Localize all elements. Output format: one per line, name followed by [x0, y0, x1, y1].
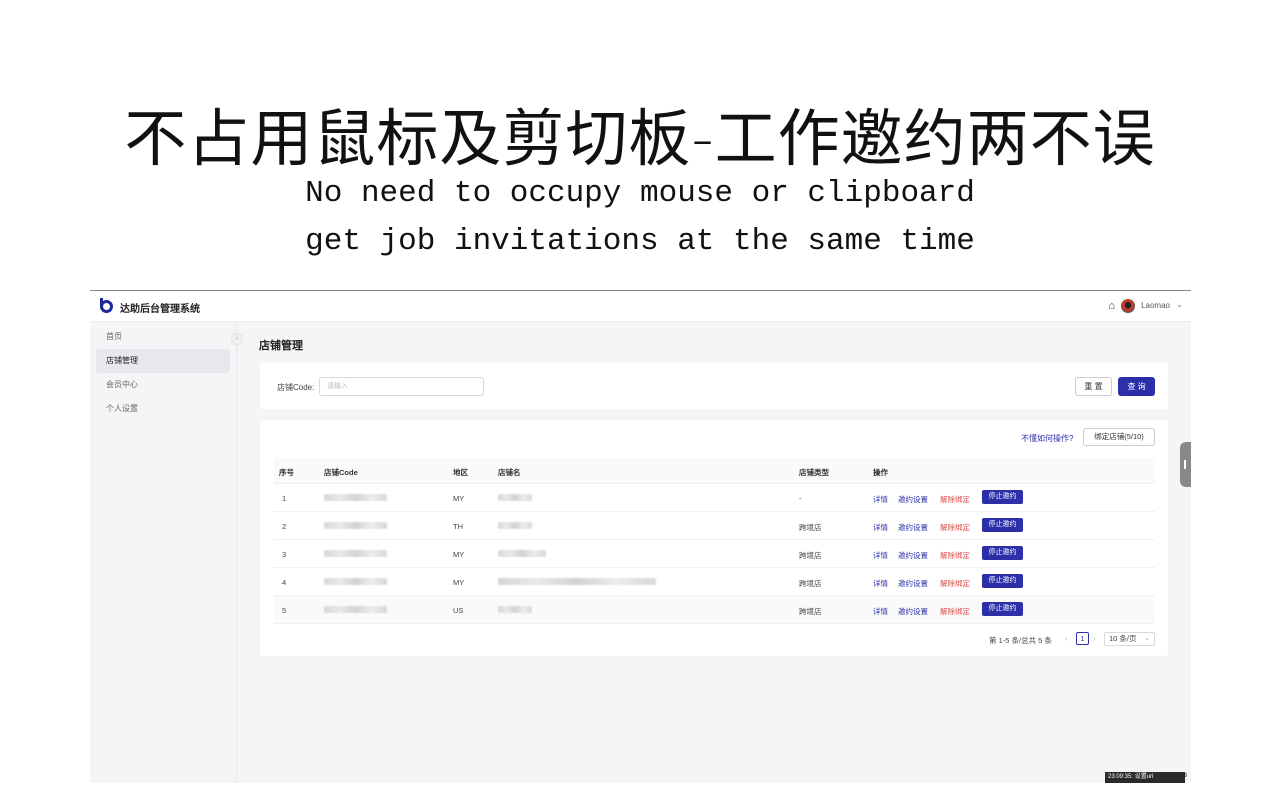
floating-panel-handle[interactable] — [1180, 442, 1191, 487]
invite-settings-link[interactable]: 邀约设置 — [898, 522, 928, 533]
row-index: 5 — [282, 606, 286, 615]
stop-invite-button[interactable]: 停止邀约 — [982, 602, 1023, 616]
detail-link[interactable]: 详情 — [873, 606, 888, 617]
table-row: 3 MY 跨境店 详情 邀约设置 解除绑定 停止邀约 — [274, 540, 1155, 568]
stop-invite-button[interactable]: 停止邀约 — [982, 490, 1023, 504]
pagination-total: 第 1-5 条/总共 5 条 — [989, 635, 1052, 646]
table-header: 序号 店铺Code 地区 店铺名 店铺类型 操作 — [274, 458, 1155, 484]
unbind-link[interactable]: 解除绑定 — [940, 550, 970, 561]
sidebar-item-store-management[interactable]: 店铺管理 — [96, 349, 230, 373]
store-table-panel: 不懂如何操作? 绑定店铺(5/10) 序号 店铺Code 地区 店铺名 店铺类型… — [260, 420, 1168, 656]
row-region: US — [453, 606, 463, 615]
blurred-store-name — [498, 606, 532, 613]
column-header: 店铺类型 — [799, 467, 829, 478]
invite-settings-link[interactable]: 邀约设置 — [898, 494, 928, 505]
app-window: 达助后台管理系统 ⌂ Laomao ⌄ 首页 店铺管理 会员中心 个人设置 ‹ … — [90, 290, 1191, 783]
store-code-input[interactable]: 请输入 — [319, 377, 484, 396]
row-index: 4 — [282, 578, 286, 587]
page-size-select[interactable]: 10 条/页 ⌄ — [1104, 632, 1155, 646]
promo-title: 不占用鼠标及剪切板-工作邀约两不误 — [0, 88, 1280, 178]
chevron-left-icon[interactable]: ‹ — [1065, 634, 1068, 643]
detail-link[interactable]: 详情 — [873, 578, 888, 589]
row-store-type: - — [799, 494, 802, 503]
table-row: 2 TH 跨境店 详情 邀约设置 解除绑定 停止邀约 — [274, 512, 1155, 540]
clock-status-chip: 23:09:35: 设置url — [1105, 772, 1185, 783]
invite-settings-link[interactable]: 邀约设置 — [898, 550, 928, 561]
collapse-sidebar-button[interactable]: ‹ — [231, 333, 243, 345]
top-bar: 达助后台管理系统 ⌂ Laomao ⌄ — [90, 291, 1191, 322]
search-panel: 店铺Code: 请输入 重 置 查 询 — [260, 363, 1168, 409]
column-header: 地区 — [453, 467, 468, 478]
app-name: 达助后台管理系统 — [120, 300, 200, 315]
logo-icon — [100, 300, 113, 313]
bind-store-button[interactable]: 绑定店铺(5/10) — [1083, 428, 1155, 446]
row-index: 1 — [282, 494, 286, 503]
page-title: 店铺管理 — [259, 337, 303, 353]
unbind-link[interactable]: 解除绑定 — [940, 494, 970, 505]
sidebar-item-home[interactable]: 首页 — [96, 325, 230, 349]
blurred-store-code — [324, 578, 387, 585]
chevron-down-icon[interactable]: ⌄ — [1176, 300, 1183, 309]
page-size-value: 10 条/页 — [1109, 634, 1137, 643]
detail-link[interactable]: 详情 — [873, 494, 888, 505]
store-icon[interactable]: ⌂ — [1108, 300, 1115, 312]
row-region: TH — [453, 522, 463, 531]
page-1-button[interactable]: 1 — [1076, 632, 1089, 645]
blurred-store-name — [498, 550, 546, 557]
row-store-type: 跨境店 — [799, 522, 822, 533]
username[interactable]: Laomao — [1141, 301, 1170, 310]
row-region: MY — [453, 494, 464, 503]
blurred-store-code — [324, 522, 387, 529]
detail-link[interactable]: 详情 — [873, 522, 888, 533]
promo-subtitle-line1: No need to occupy mouse or clipboard — [0, 176, 1280, 211]
column-header: 序号 — [279, 467, 294, 478]
sidebar-item-member-center[interactable]: 会员中心 — [96, 373, 230, 397]
avatar[interactable] — [1121, 299, 1135, 313]
blurred-store-name — [498, 522, 532, 529]
detail-link[interactable]: 详情 — [873, 550, 888, 561]
blurred-store-name — [498, 578, 656, 585]
row-region: MY — [453, 578, 464, 587]
blurred-store-code — [324, 550, 387, 557]
unbind-link[interactable]: 解除绑定 — [940, 578, 970, 589]
query-button[interactable]: 查 询 — [1118, 377, 1155, 396]
column-header: 操作 — [873, 467, 888, 478]
row-index: 3 — [282, 550, 286, 559]
unbind-link[interactable]: 解除绑定 — [940, 606, 970, 617]
chevron-right-icon[interactable]: › — [1093, 634, 1096, 643]
invite-settings-link[interactable]: 邀约设置 — [898, 606, 928, 617]
unbind-link[interactable]: 解除绑定 — [940, 522, 970, 533]
table-row: 1 MY - 详情 邀约设置 解除绑定 停止邀约 — [274, 484, 1155, 512]
spinner-arrows-icon[interactable]: ⇕ — [1183, 772, 1188, 779]
stop-invite-button[interactable]: 停止邀约 — [982, 546, 1023, 560]
row-store-type: 跨境店 — [799, 578, 822, 589]
row-store-type: 跨境店 — [799, 606, 822, 617]
promo-subtitle-line2: get job invitations at the same time — [0, 224, 1280, 259]
help-link[interactable]: 不懂如何操作? — [1021, 433, 1073, 444]
stop-invite-button[interactable]: 停止邀约 — [982, 518, 1023, 532]
column-header: 店铺名 — [498, 467, 521, 478]
row-index: 2 — [282, 522, 286, 531]
table-row: 5 US 跨境店 详情 邀约设置 解除绑定 停止邀约 — [274, 596, 1155, 624]
table-row: 4 MY 跨境店 详情 邀约设置 解除绑定 停止邀约 — [274, 568, 1155, 596]
invite-settings-link[interactable]: 邀约设置 — [898, 578, 928, 589]
reset-button[interactable]: 重 置 — [1075, 377, 1112, 396]
store-code-label: 店铺Code: — [277, 382, 314, 393]
blurred-store-code — [324, 606, 387, 613]
blurred-store-name — [498, 494, 532, 501]
sidebar: 首页 店铺管理 会员中心 个人设置 — [90, 322, 237, 783]
chevron-down-icon: ⌄ — [1144, 633, 1150, 645]
sidebar-item-personal-settings[interactable]: 个人设置 — [96, 397, 230, 421]
column-header: 店铺Code — [324, 467, 358, 478]
blurred-store-code — [324, 494, 387, 501]
stop-invite-button[interactable]: 停止邀约 — [982, 574, 1023, 588]
row-region: MY — [453, 550, 464, 559]
row-store-type: 跨境店 — [799, 550, 822, 561]
